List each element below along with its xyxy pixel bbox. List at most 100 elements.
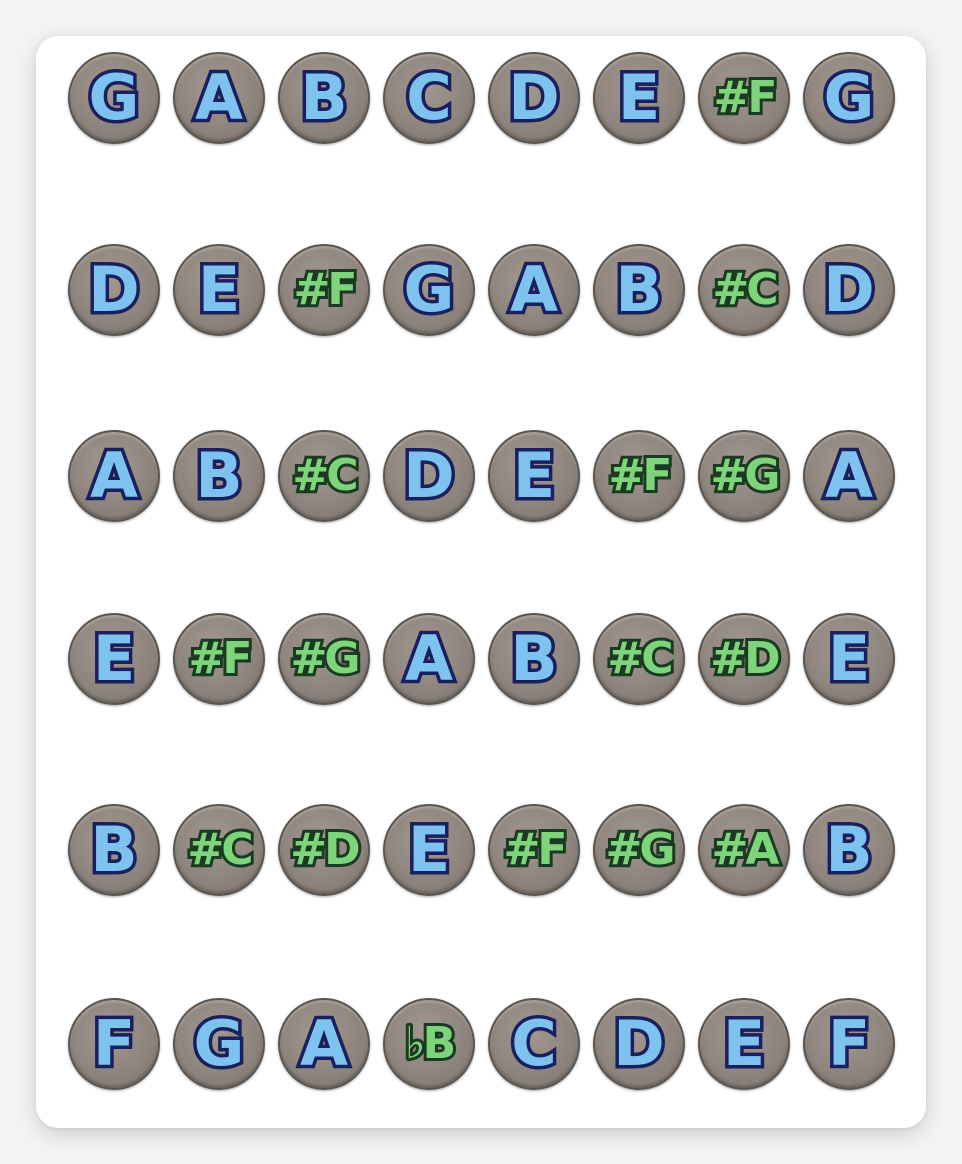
note-label: D	[820, 253, 879, 326]
note-button[interactable]: C	[488, 998, 580, 1090]
note-label: A	[297, 1007, 352, 1080]
note-label: G	[400, 253, 458, 326]
scale-row: B #C #D E #F #G #A B	[68, 804, 900, 900]
note-label: ♭B	[402, 1018, 459, 1069]
note-label: G	[190, 1007, 248, 1080]
note-button[interactable]: E	[593, 52, 685, 144]
note-label: C	[508, 1007, 560, 1080]
scale-row: A B #C D E #F #G A	[68, 430, 900, 526]
note-button[interactable]: E	[803, 613, 895, 705]
note-button[interactable]: G	[383, 244, 475, 336]
note-label: #C	[289, 450, 361, 501]
note-label: #G	[708, 450, 784, 501]
note-button[interactable]: #G	[698, 430, 790, 522]
note-button[interactable]: #C	[593, 613, 685, 705]
note-button[interactable]: A	[278, 998, 370, 1090]
note-label: E	[404, 813, 453, 886]
note-button[interactable]: F	[68, 998, 160, 1090]
note-button[interactable]: C	[383, 52, 475, 144]
note-label: B	[297, 61, 351, 134]
note-button[interactable]: B	[68, 804, 160, 896]
note-label: A	[192, 61, 247, 134]
note-button[interactable]: #A	[698, 804, 790, 896]
note-button[interactable]: #F	[278, 244, 370, 336]
note-button[interactable]: B	[593, 244, 685, 336]
note-button[interactable]: B	[278, 52, 370, 144]
note-button[interactable]: A	[383, 613, 475, 705]
note-label: #D	[707, 633, 783, 684]
note-label: G	[85, 61, 143, 134]
note-button[interactable]: #D	[698, 613, 790, 705]
note-label: F	[89, 1007, 138, 1080]
note-button[interactable]: G	[173, 998, 265, 1090]
note-label: B	[822, 813, 876, 886]
note-label: E	[89, 622, 138, 695]
note-label: #D	[287, 824, 363, 875]
note-button[interactable]: ♭B	[383, 998, 475, 1090]
note-button[interactable]: A	[173, 52, 265, 144]
note-label: #C	[709, 264, 781, 315]
note-label: #F	[186, 633, 256, 684]
note-button[interactable]: #F	[173, 613, 265, 705]
note-label: E	[194, 253, 243, 326]
note-label: D	[610, 1007, 669, 1080]
note-label: #C	[604, 633, 676, 684]
note-button[interactable]: A	[488, 244, 580, 336]
note-label: #F	[711, 72, 781, 123]
note-button[interactable]: B	[488, 613, 580, 705]
note-label: B	[87, 813, 141, 886]
note-button[interactable]: #F	[488, 804, 580, 896]
note-button[interactable]: #D	[278, 804, 370, 896]
note-label: #A	[709, 824, 783, 875]
note-button[interactable]: #G	[278, 613, 370, 705]
note-label: #F	[606, 450, 676, 501]
note-button[interactable]: E	[698, 998, 790, 1090]
note-label: F	[824, 1007, 873, 1080]
scale-row: E #F #G A B #C #D E	[68, 613, 900, 709]
note-button[interactable]: #F	[593, 430, 685, 522]
note-button[interactable]: D	[68, 244, 160, 336]
note-button[interactable]: D	[488, 52, 580, 144]
note-button[interactable]: E	[383, 804, 475, 896]
note-label: D	[505, 61, 564, 134]
note-button[interactable]: E	[488, 430, 580, 522]
note-label: D	[85, 253, 144, 326]
scales-card: G A B C D E #F G D E #F G A B #C D A B #C D E #F #G A E #F #G A B #C #…	[36, 36, 926, 1128]
note-button[interactable]: #G	[593, 804, 685, 896]
note-label: #C	[184, 824, 256, 875]
note-button[interactable]: D	[593, 998, 685, 1090]
note-label: C	[403, 61, 455, 134]
note-button[interactable]: G	[68, 52, 160, 144]
note-button[interactable]: D	[383, 430, 475, 522]
note-button[interactable]: E	[68, 613, 160, 705]
note-label: B	[507, 622, 561, 695]
note-label: G	[820, 61, 878, 134]
note-button[interactable]: #C	[173, 804, 265, 896]
note-label: D	[400, 439, 459, 512]
note-button[interactable]: D	[803, 244, 895, 336]
note-button[interactable]: F	[803, 998, 895, 1090]
note-label: E	[719, 1007, 768, 1080]
scale-row: D E #F G A B #C D	[68, 244, 900, 340]
note-button[interactable]: B	[173, 430, 265, 522]
note-label: #G	[288, 633, 364, 684]
note-label: #F	[291, 264, 361, 315]
note-label: #F	[501, 824, 571, 875]
note-label: B	[192, 439, 246, 512]
note-label: A	[507, 253, 562, 326]
note-button[interactable]: #F	[698, 52, 790, 144]
note-button[interactable]: A	[68, 430, 160, 522]
note-button[interactable]: #C	[698, 244, 790, 336]
scale-row: G A B C D E #F G	[68, 52, 900, 148]
note-button[interactable]: G	[803, 52, 895, 144]
note-button[interactable]: A	[803, 430, 895, 522]
note-label: A	[87, 439, 142, 512]
note-label: A	[402, 622, 457, 695]
note-button[interactable]: E	[173, 244, 265, 336]
note-button[interactable]: B	[803, 804, 895, 896]
note-label: E	[614, 61, 663, 134]
note-button[interactable]: #C	[278, 430, 370, 522]
note-label: #G	[603, 824, 679, 875]
note-label: E	[824, 622, 873, 695]
scale-row: F G A ♭B C D E F	[68, 998, 900, 1094]
